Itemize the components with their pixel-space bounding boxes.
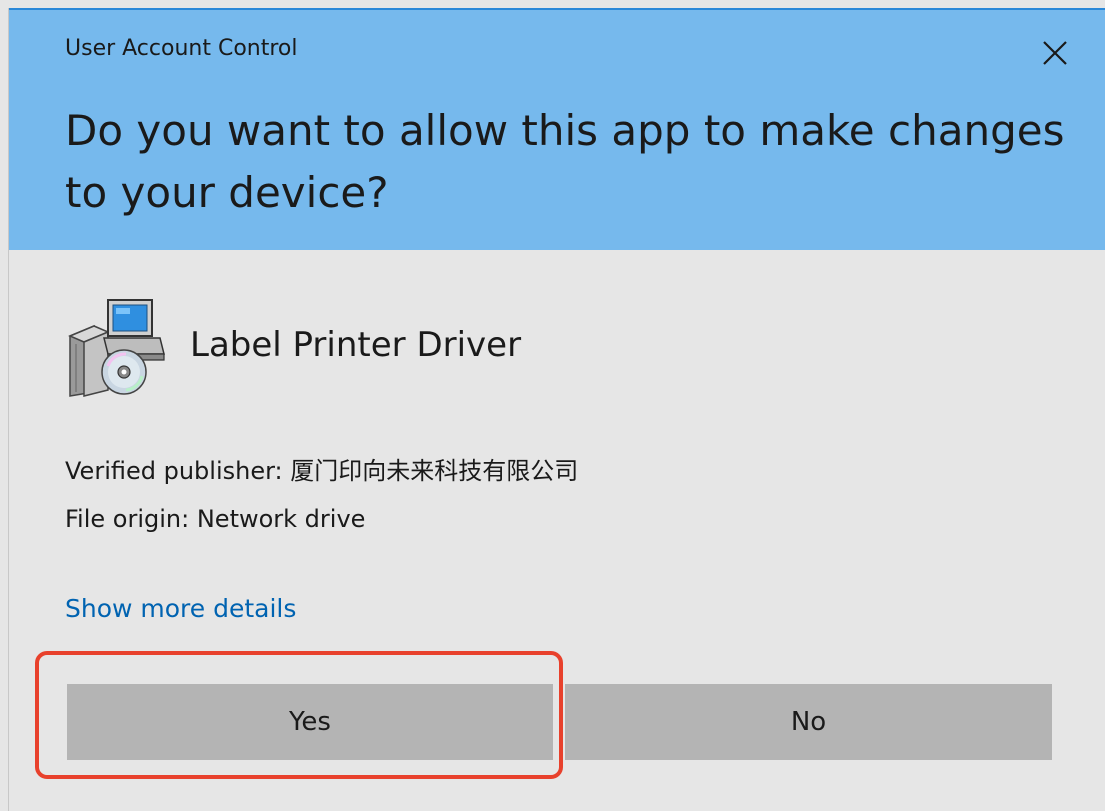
dialog-top-border: [8, 8, 1105, 10]
uac-dialog: User Account Control Do you want to allo…: [0, 0, 1105, 811]
origin-label: File origin:: [65, 505, 197, 533]
publisher-value: 厦门印向未来科技有限公司: [290, 457, 579, 485]
publisher-line: Verified publisher: 厦门印向未来科技有限公司: [65, 454, 578, 488]
dialog-title: User Account Control: [65, 36, 298, 61]
publisher-label: Verified publisher:: [65, 457, 291, 485]
origin-value: Network drive: [196, 505, 366, 533]
origin-line: File origin: Network drive: [65, 502, 365, 536]
app-name: Label Printer Driver: [190, 325, 522, 365]
dialog-question: Do you want to allow this app to make ch…: [65, 106, 1065, 217]
close-button[interactable]: [1030, 28, 1080, 78]
close-icon: [1043, 41, 1067, 65]
dialog-left-border: [8, 8, 9, 811]
yes-button[interactable]: Yes: [67, 684, 553, 760]
installer-icon: [64, 296, 168, 400]
no-button[interactable]: No: [565, 684, 1052, 760]
show-more-details-link[interactable]: Show more details: [65, 594, 296, 623]
